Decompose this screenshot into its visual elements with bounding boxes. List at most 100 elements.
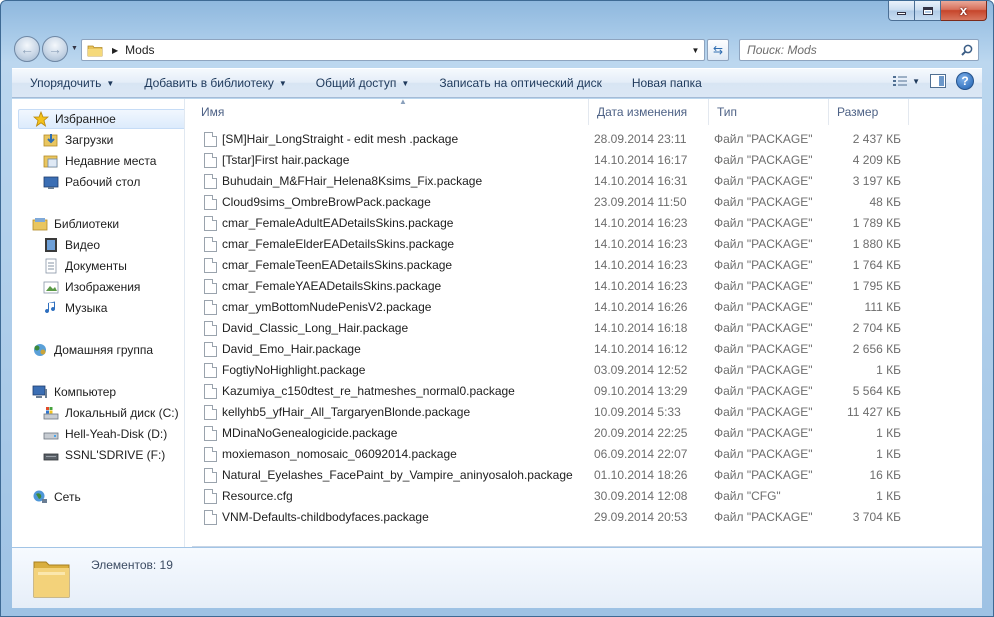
- file-type: Файл "PACKAGE": [714, 405, 813, 419]
- navigation-buttons: ← → ▼: [14, 36, 78, 62]
- column-header-name[interactable]: Имя: [193, 99, 589, 125]
- sidebar-item-network[interactable]: Сеть: [32, 487, 81, 507]
- file-type: Файл "PACKAGE": [714, 132, 813, 146]
- table-row[interactable]: cmar_FemaleTeenEADetailsSkins.package 14.…: [193, 255, 982, 276]
- libraries-icon: [32, 218, 48, 231]
- organize-button[interactable]: Упорядочить ▼: [21, 71, 123, 95]
- table-row[interactable]: [Tstar]First hair.package 14.10.2014 16:1…: [193, 150, 982, 171]
- breadcrumb-chevron-icon[interactable]: ▶: [112, 46, 118, 55]
- sidebar-item-drive-c[interactable]: Локальный диск (C:): [43, 403, 179, 423]
- sidebar-item-images[interactable]: Изображения: [43, 277, 140, 297]
- new-folder-label: Новая папка: [631, 76, 702, 90]
- column-header-size[interactable]: Размер: [829, 99, 909, 125]
- views-dropdown-icon[interactable]: ▼: [912, 77, 920, 86]
- table-row[interactable]: David_Classic_Long_Hair.package 14.10.201…: [193, 318, 982, 339]
- file-type: Файл "PACKAGE": [714, 195, 813, 209]
- table-row[interactable]: Natural_Eyelashes_FacePaint_by_Vampire_a…: [193, 465, 982, 486]
- sidebar-item-music[interactable]: Музыка: [43, 298, 107, 318]
- column-header-type[interactable]: Тип: [709, 99, 829, 125]
- sidebar-item-desktop[interactable]: Рабочий стол: [43, 172, 140, 192]
- table-row[interactable]: MDinaNoGenealogicide.package 20.09.2014 2…: [193, 423, 982, 444]
- navigation-pane: Избранное Загрузки Недавние места Рабочи…: [12, 99, 188, 547]
- address-history-dropdown-icon[interactable]: ▼: [687, 40, 704, 60]
- sidebar-item-label: Рабочий стол: [65, 175, 141, 189]
- file-date: 30.09.2014 12:08: [594, 489, 688, 503]
- file-type: Файл "PACKAGE": [714, 426, 813, 440]
- sidebar-item-label: Загрузки: [65, 133, 114, 147]
- sidebar-item-video[interactable]: Видео: [43, 235, 100, 255]
- sidebar-item-label: SSNL'SDRIVE (F:): [65, 448, 166, 462]
- minimize-button[interactable]: [888, 1, 915, 21]
- maximize-button[interactable]: [915, 1, 941, 21]
- sidebar-item-libraries[interactable]: Библиотеки: [32, 214, 119, 234]
- close-button[interactable]: x: [941, 1, 987, 21]
- search-icon[interactable]: [961, 44, 973, 56]
- preview-pane-icon[interactable]: [930, 74, 946, 88]
- table-row[interactable]: Cloud9sims_OmbreBrowPack.package 23.09.20…: [193, 192, 982, 213]
- back-button[interactable]: ←: [14, 36, 40, 62]
- table-row[interactable]: cmar_FemaleElderEADetailsSkins.package 14…: [193, 234, 982, 255]
- file-name: cmar_ymBottomNudePenisV2.package: [222, 300, 432, 314]
- forward-button[interactable]: →: [42, 36, 68, 62]
- table-row[interactable]: Resource.cfg 30.09.2014 12:08 Файл "CFG" 1 …: [193, 486, 982, 507]
- table-row[interactable]: moxiemason_nomosaic_06092014.package 06.0…: [193, 444, 982, 465]
- sidebar-item-drive-f[interactable]: SSNL'SDRIVE (F:): [43, 445, 165, 465]
- sidebar-item-computer[interactable]: Компьютер: [32, 382, 116, 402]
- sidebar-item-label: Музыка: [65, 301, 108, 315]
- sidebar-item-label: Видео: [65, 238, 101, 252]
- sidebar-item-favorites[interactable]: Избранное: [18, 109, 188, 129]
- search-box[interactable]: [739, 39, 979, 61]
- file-icon: [204, 447, 217, 462]
- file-date: 14.10.2014 16:23: [594, 237, 688, 251]
- file-size: 3 704 КБ: [852, 510, 901, 524]
- file-type: Файл "PACKAGE": [714, 258, 813, 272]
- new-folder-button[interactable]: Новая папка: [623, 71, 711, 95]
- arrow-right-icon: →: [48, 41, 62, 57]
- sidebar-item-homegroup[interactable]: Домашняя группа: [32, 340, 153, 360]
- table-row[interactable]: David_Emo_Hair.package 14.10.2014 16:12 Фа…: [193, 339, 982, 360]
- add-to-library-button[interactable]: Добавить в библиотеку ▼: [135, 71, 295, 95]
- file-name: [Tstar]First hair.package: [222, 153, 350, 167]
- file-size: 4 209 КБ: [852, 153, 901, 167]
- sidebar-item-downloads[interactable]: Загрузки: [43, 130, 113, 150]
- table-row[interactable]: VNM-Defaults-childbodyfaces.package 29.09…: [193, 507, 982, 528]
- help-icon[interactable]: ?: [956, 72, 974, 90]
- refresh-button[interactable]: ⇆: [707, 39, 729, 61]
- search-input[interactable]: [747, 43, 947, 57]
- pane-splitter[interactable]: [184, 99, 192, 547]
- file-size: 1 КБ: [876, 447, 901, 461]
- breadcrumb-current[interactable]: Mods: [125, 43, 154, 57]
- file-type: Файл "PACKAGE": [714, 300, 813, 314]
- file-icon: [204, 153, 217, 168]
- close-icon: x: [959, 3, 968, 18]
- table-row[interactable]: cmar_FemaleAdultEADetailsSkins.package 14…: [193, 213, 982, 234]
- address-bar[interactable]: ▶ Mods ▼: [81, 39, 705, 61]
- table-row[interactable]: cmar_FemaleYAEADetailsSkins.package 14.10…: [193, 276, 982, 297]
- system-drive-icon: [43, 407, 59, 420]
- file-date: 10.09.2014 5:33: [594, 405, 681, 419]
- video-icon: [45, 238, 57, 252]
- file-date: 14.10.2014 16:23: [594, 216, 688, 230]
- sidebar-item-drive-d[interactable]: Hell-Yeah-Disk (D:): [43, 424, 167, 444]
- table-row[interactable]: Kazumiya_c150dtest_re_hatmeshes_normal0.…: [193, 381, 982, 402]
- file-type: Файл "PACKAGE": [714, 510, 813, 524]
- file-name: moxiemason_nomosaic_06092014.package: [222, 447, 457, 461]
- file-name: cmar_FemaleAdultEADetailsSkins.package: [222, 216, 454, 230]
- sidebar-item-documents[interactable]: Документы: [43, 256, 127, 276]
- table-row[interactable]: Buhudain_M&FHair_Helena8Ksims_Fix.packag…: [193, 171, 982, 192]
- file-name: MDinaNoGenealogicide.package: [222, 426, 398, 440]
- content-area: Избранное Загрузки Недавние места Рабочи…: [12, 97, 982, 547]
- views-icon[interactable]: [892, 74, 908, 88]
- column-header-date[interactable]: Дата изменения: [589, 99, 709, 125]
- share-button[interactable]: Общий доступ ▼: [307, 71, 419, 95]
- table-row[interactable]: [SM]Hair_LongStraight - edit mesh .packa…: [193, 129, 982, 150]
- burn-disc-button[interactable]: Записать на оптический диск: [430, 71, 611, 95]
- explorer-window: x ← → ▼ ▶ Mods ▼ ⇆ Упорядочить ▼ Добавить…: [0, 0, 994, 617]
- sidebar-item-recent[interactable]: Недавние места: [43, 151, 156, 171]
- table-row[interactable]: FogtiyNoHighlight.package 03.09.2014 12:5…: [193, 360, 982, 381]
- file-name: David_Emo_Hair.package: [222, 342, 361, 356]
- file-date: 03.09.2014 12:52: [594, 363, 688, 377]
- table-row[interactable]: kellyhb5_yfHair_All_TargaryenBlonde.pack…: [193, 402, 982, 423]
- table-row[interactable]: cmar_ymBottomNudePenisV2.package 14.10.20…: [193, 297, 982, 318]
- recent-pages-dropdown-icon[interactable]: ▼: [71, 45, 78, 52]
